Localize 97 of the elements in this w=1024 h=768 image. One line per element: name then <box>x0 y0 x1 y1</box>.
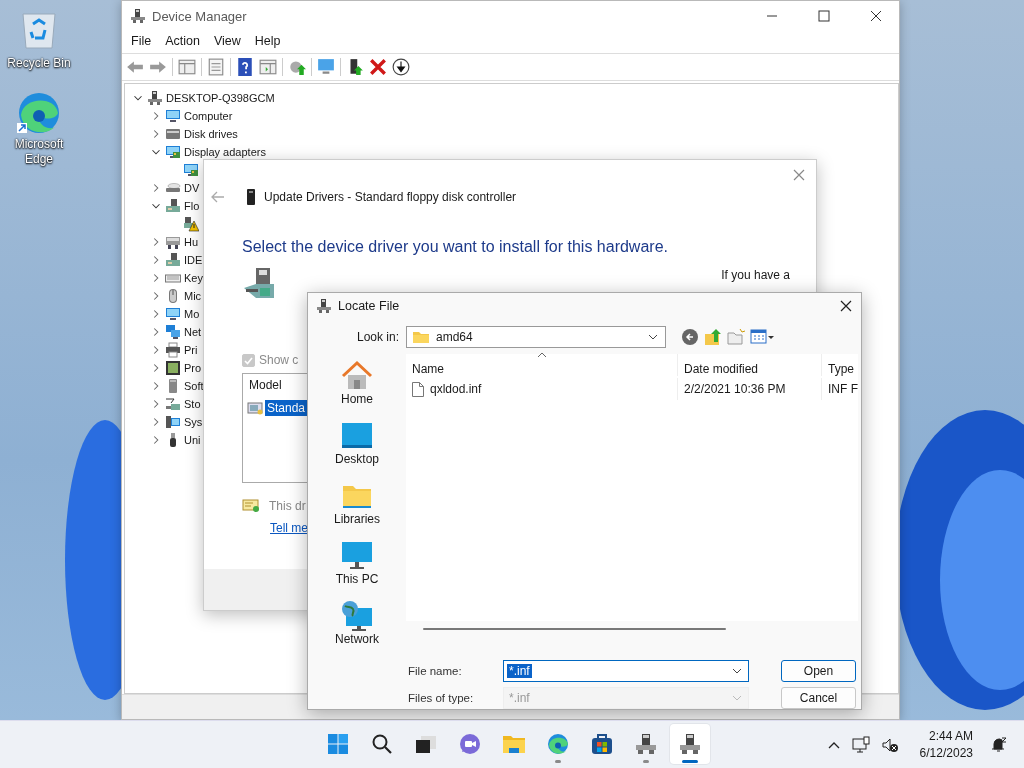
monitor-icon <box>165 108 181 124</box>
display-card-icon <box>165 144 181 160</box>
column-header: Model <box>249 378 282 394</box>
back-arrow-icon[interactable] <box>210 189 226 205</box>
tree-item[interactable]: Computer <box>184 110 233 122</box>
dialog-heading: Select the device driver you want to install for this hardware. <box>242 237 669 257</box>
properties-icon[interactable] <box>207 58 225 76</box>
tree-item[interactable]: Mic <box>184 290 202 302</box>
scan-hardware-icon[interactable] <box>317 58 335 76</box>
type-cell-text: INF F <box>827 381 858 398</box>
tree-item[interactable]: Mo <box>184 308 200 320</box>
list-item[interactable]: Standa <box>265 400 308 416</box>
file-icon <box>412 381 424 397</box>
close-icon[interactable] <box>838 298 854 314</box>
dialog-title: Update Drivers - Standard floppy disk controller <box>264 190 517 204</box>
field-label: Look in: <box>355 330 400 344</box>
tree-item[interactable]: Sys <box>184 416 203 428</box>
column-header[interactable]: Date modified <box>678 354 822 376</box>
up-folder-icon[interactable] <box>704 328 722 346</box>
tree-item[interactable]: Uni <box>184 434 201 446</box>
sidebar-item[interactable]: Network <box>322 600 392 650</box>
drive-icon <box>165 126 181 142</box>
warning-device-icon <box>183 216 199 232</box>
dialog-title: Locate File <box>338 299 400 313</box>
network-globe-icon <box>341 600 373 632</box>
sidebar-item[interactable]: This PC <box>322 540 392 590</box>
home-icon <box>341 360 373 392</box>
sidebar-item[interactable]: Libraries <box>322 480 392 530</box>
open-button[interactable]: Open <box>781 660 856 682</box>
sidebar-item[interactable]: Desktop <box>322 420 392 470</box>
folder-dropdown[interactable]: amd64 <box>406 326 666 348</box>
network-icon[interactable] <box>851 735 870 754</box>
menu-item[interactable]: Help <box>247 34 288 48</box>
tree-item[interactable]: DV <box>184 182 200 194</box>
back-circle-icon[interactable] <box>681 328 699 346</box>
floppy-controller-icon <box>244 268 274 300</box>
console-tree-icon[interactable] <box>178 58 196 76</box>
menu-item[interactable]: Action <box>158 34 207 48</box>
date-cell: 2/2/2021 10:36 PM <box>678 378 822 400</box>
device-icon <box>246 189 256 205</box>
help-link[interactable]: Tell me <box>270 521 308 535</box>
folder-icon <box>412 330 430 344</box>
tree-item[interactable]: Net <box>184 326 202 338</box>
field-label: File name: <box>408 665 463 677</box>
clock-date[interactable]: 6/12/2023 <box>919 744 973 762</box>
info-text: This dr <box>269 499 306 513</box>
menu-item[interactable]: File <box>124 34 159 48</box>
controller-card-icon <box>165 198 181 214</box>
tree-item[interactable]: Disk drives <box>184 128 238 140</box>
notification-bell-icon[interactable] <box>990 735 1008 754</box>
tree-item[interactable]: Pro <box>184 362 202 374</box>
window-title: Device Manager <box>152 8 247 24</box>
tree-item[interactable]: Soft <box>184 380 204 392</box>
computer-icon <box>165 414 181 430</box>
printer-icon <box>165 342 181 358</box>
pc-icon <box>316 298 332 314</box>
tree-item[interactable]: DESKTOP-Q398GCM <box>166 92 275 104</box>
instruction-text: If you have a <box>721 268 790 282</box>
clock-time[interactable]: 2:44 AM <box>928 727 973 745</box>
sidebar-item[interactable]: Home <box>322 360 392 410</box>
down-arrow-circle-icon[interactable] <box>392 58 410 76</box>
tree-item[interactable]: Hu <box>184 236 199 248</box>
pc-icon <box>147 90 163 106</box>
tree-item[interactable]: Key <box>184 272 203 284</box>
display-card-icon <box>183 162 199 178</box>
storage-controller-icon <box>165 396 181 412</box>
chevron-down-icon[interactable] <box>732 668 742 674</box>
view-menu-icon[interactable] <box>750 328 776 346</box>
scrollbar-thumb[interactable] <box>423 628 726 630</box>
tree-item[interactable]: Flo <box>184 200 200 212</box>
checkbox-label: Show c <box>259 353 299 367</box>
controller-card-icon <box>165 252 181 268</box>
tree-item[interactable]: Sto <box>184 398 201 410</box>
monitor-icon <box>341 540 373 572</box>
tree-item[interactable]: Pri <box>184 344 198 356</box>
chip-icon <box>165 360 181 376</box>
network-icon <box>165 324 181 340</box>
cancel-button[interactable]: Cancel <box>781 687 856 709</box>
column-header[interactable]: Name <box>406 354 678 376</box>
help-icon[interactable] <box>236 58 254 76</box>
input-device-icon <box>165 234 181 250</box>
pc-icon <box>130 8 146 24</box>
pc-icon[interactable] <box>670 724 710 764</box>
field-label: Files of type: <box>408 692 475 704</box>
action-pane-icon[interactable] <box>259 58 277 76</box>
new-folder-icon[interactable] <box>727 328 745 346</box>
monitor-icon <box>165 306 181 322</box>
tree-item[interactable]: Display adapters <box>184 146 266 158</box>
driver-icon <box>247 400 263 416</box>
update-driver-icon[interactable] <box>288 58 306 76</box>
certificate-icon <box>242 499 260 513</box>
file-name[interactable]: qxldod.inf <box>430 382 482 396</box>
tree-item[interactable]: IDE <box>184 254 203 266</box>
uninstall-icon[interactable] <box>369 58 387 76</box>
file-name-field[interactable]: *.inf <box>503 660 749 682</box>
column-header[interactable]: Type <box>822 354 858 376</box>
menu-item[interactable]: View <box>206 34 248 48</box>
